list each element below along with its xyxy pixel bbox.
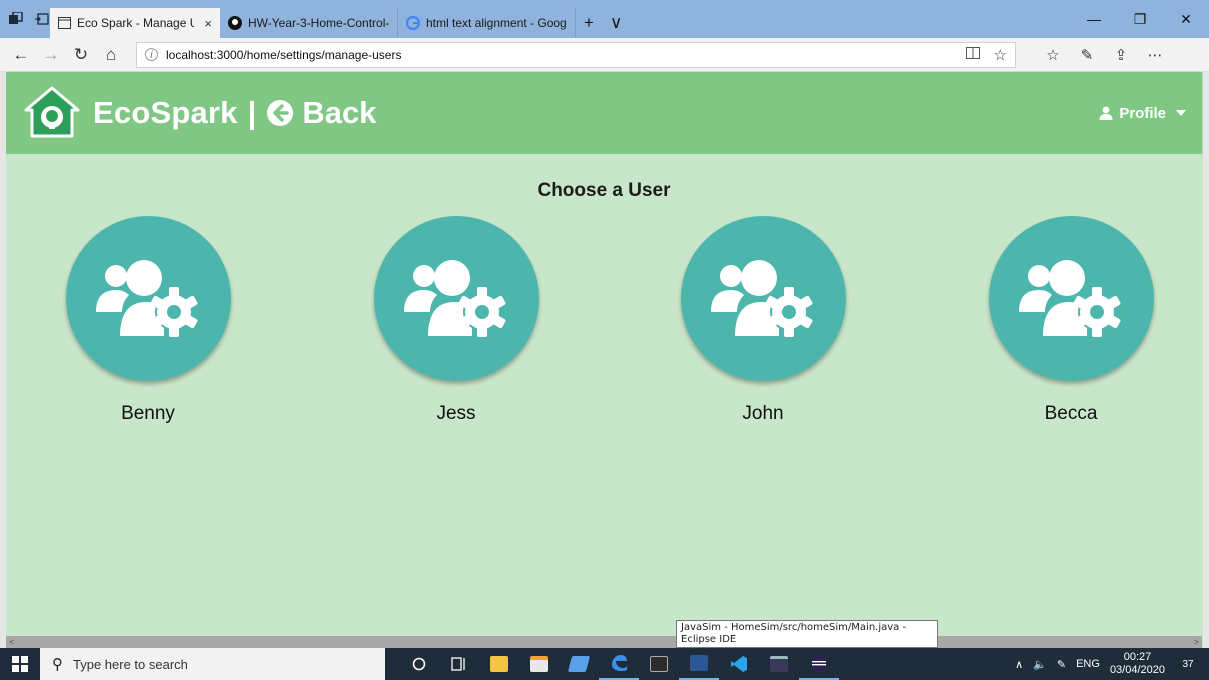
main-content: Choose a User Benny Jess John Becca (6, 154, 1202, 636)
reading-view-icon[interactable] (965, 46, 980, 63)
user-name: Becca (1044, 403, 1098, 424)
user-name: John (742, 403, 784, 424)
console-app-icon[interactable] (759, 648, 799, 680)
file-explorer-icon[interactable] (479, 648, 519, 680)
set-tabs-aside-icon[interactable] (34, 11, 50, 27)
tab-manager-icon[interactable] (8, 11, 24, 27)
users-cog-icon (1019, 259, 1121, 337)
user-avatar[interactable] (988, 216, 1154, 381)
user-card-becca[interactable]: Becca (986, 216, 1156, 425)
url-text: localhost:3000/home/settings/manage-user… (166, 47, 402, 62)
pen-icon[interactable]: ✎ (1057, 658, 1066, 671)
clock-time: 00:27 (1123, 651, 1152, 663)
windows-taskbar: ⚲ Type here to search ∧ 🔈 ✎ ENG 00:27 03… (0, 648, 1209, 680)
user-name: Jess (436, 403, 476, 424)
terminal-icon[interactable] (639, 648, 679, 680)
eclipse-icon[interactable] (799, 648, 839, 680)
back-label: Back (302, 95, 377, 130)
system-tray: ∧ 🔈 ✎ ENG 00:27 03/04/2020 37 (1015, 651, 1209, 677)
word-icon[interactable] (679, 648, 719, 680)
cortana-icon[interactable] (399, 648, 439, 680)
user-card-benny[interactable]: Benny (63, 216, 233, 425)
left-window-border (0, 72, 6, 648)
search-icon: ⚲ (52, 656, 63, 673)
volume-icon[interactable]: 🔈 (1033, 658, 1047, 671)
profile-label: Profile (1119, 104, 1166, 122)
search-placeholder: Type here to search (73, 656, 188, 672)
users-cog-icon (711, 259, 813, 337)
start-button[interactable] (0, 648, 40, 680)
close-tab-icon[interactable]: × (204, 16, 212, 31)
arrow-circle-left-icon (267, 100, 294, 126)
user-avatar[interactable] (680, 216, 846, 381)
taskbar-search[interactable]: ⚲ Type here to search (40, 648, 385, 680)
notification-center-icon[interactable]: 37 (1175, 653, 1201, 675)
tab-preview-button[interactable]: ∨ (602, 8, 630, 38)
user-avatar[interactable] (373, 216, 539, 381)
tab-title: html text alignment - Googl (426, 16, 567, 30)
clock-date: 03/04/2020 (1109, 664, 1165, 676)
site-info-icon[interactable]: i (145, 48, 158, 61)
url-actions: ☆ (965, 46, 1007, 64)
browser-toolbar: ☆ ✎ ⇪ ⋯ (1036, 40, 1172, 70)
tab-github[interactable]: HW-Year-3-Home-Control-I (220, 8, 398, 38)
window-controls: — ❐ ✕ (1071, 0, 1209, 38)
user-avatar[interactable] (65, 216, 231, 381)
tab-google[interactable]: html text alignment - Googl (398, 8, 576, 38)
store-icon[interactable] (519, 648, 559, 680)
restore-button[interactable]: ❐ (1117, 0, 1163, 38)
url-field[interactable]: i localhost:3000/home/settings/manage-us… (136, 41, 1016, 68)
share-icon[interactable]: ⇪ (1104, 40, 1138, 70)
browser-tab-strip: Eco Spark - Manage Use × HW-Year-3-Home-… (0, 0, 1209, 38)
favorite-star-icon[interactable]: ☆ (994, 46, 1007, 64)
scroll-right-icon[interactable]: > (1191, 637, 1202, 647)
user-name: Benny (121, 403, 175, 424)
brand-separator: | (247, 95, 257, 130)
refresh-icon[interactable]: ↻ (66, 40, 96, 70)
vscode-icon[interactable] (719, 648, 759, 680)
github-icon (228, 16, 242, 30)
user-card-jess[interactable]: Jess (371, 216, 541, 425)
brand-name[interactable]: EcoSpark (93, 95, 238, 131)
back-arrow-icon[interactable]: ← (6, 40, 36, 70)
web-notes-icon[interactable]: ✎ (1070, 40, 1104, 70)
tab-title: HW-Year-3-Home-Control-I (248, 16, 389, 30)
tab-system-icons (0, 0, 50, 38)
back-button[interactable]: Back (266, 95, 376, 131)
home-icon[interactable]: ⌂ (96, 40, 126, 70)
new-tab-button[interactable]: + (576, 8, 602, 38)
user-icon (1099, 106, 1113, 120)
user-card-john[interactable]: John (678, 216, 848, 425)
users-cog-icon (96, 259, 198, 337)
tab-eco-spark[interactable]: Eco Spark - Manage Use × (50, 8, 220, 38)
profile-dropdown[interactable]: Profile (1099, 105, 1186, 122)
taskbar-apps (399, 648, 839, 680)
page-icon (58, 16, 71, 30)
language-indicator[interactable]: ENG (1076, 658, 1100, 670)
scroll-left-icon[interactable]: < (6, 637, 17, 647)
close-window-button[interactable]: ✕ (1163, 0, 1209, 38)
ecospark-logo-icon[interactable] (23, 84, 81, 142)
google-icon (406, 16, 420, 30)
taskbar-tooltip: JavaSim - HomeSim/src/homeSim/Main.java … (676, 620, 938, 648)
chevron-up-icon[interactable]: ∧ (1015, 658, 1023, 671)
page-title: Choose a User (537, 180, 671, 201)
address-bar: ← → ↻ ⌂ i localhost:3000/home/settings/m… (0, 38, 1209, 72)
notification-count: 37 (1182, 658, 1194, 670)
favorites-hub-icon[interactable]: ☆ (1036, 40, 1070, 70)
forward-arrow-icon[interactable]: → (36, 40, 66, 70)
tab-title: Eco Spark - Manage Use (77, 16, 195, 30)
windows-logo-icon (12, 656, 28, 672)
caret-down-icon (1176, 110, 1186, 116)
edge-browser-icon[interactable] (599, 648, 639, 680)
task-view-icon[interactable] (439, 648, 479, 680)
paint-3d-icon[interactable] (559, 648, 599, 680)
minimize-button[interactable]: — (1071, 0, 1117, 38)
horizontal-scrollbar[interactable]: < > (6, 636, 1202, 648)
clock[interactable]: 00:27 03/04/2020 (1110, 651, 1165, 677)
app-header: EcoSpark | Back Profile (6, 72, 1202, 154)
more-menu-icon[interactable]: ⋯ (1138, 40, 1172, 70)
right-window-border (1203, 72, 1209, 648)
users-cog-icon (404, 259, 506, 337)
